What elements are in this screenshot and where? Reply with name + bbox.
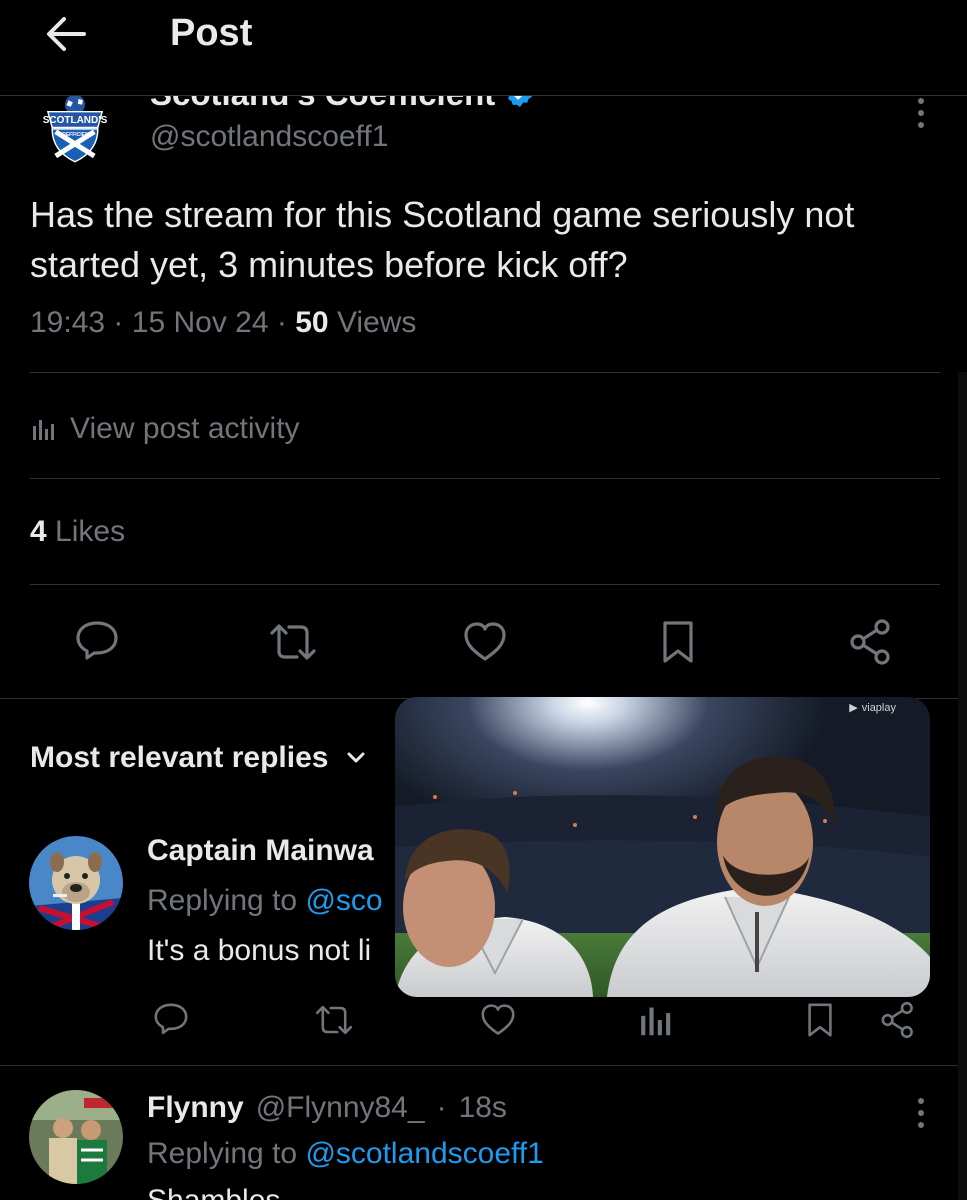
divider — [0, 1065, 967, 1066]
play-icon: ▶ — [849, 702, 858, 714]
top-bar: Post — [0, 0, 967, 96]
reply-avatar[interactable] — [29, 836, 123, 930]
post-meta: 19:43 · 15 Nov 24 · 50 Views — [30, 306, 416, 340]
video-player-pip[interactable]: ▶ viaplay — [395, 697, 930, 997]
reply-time: 18s — [458, 1091, 507, 1124]
author-handle[interactable]: @scotlandscoeff1 — [150, 120, 388, 154]
avatar-logo-subtext: COEFFICIENT — [58, 132, 91, 138]
analytics-icon[interactable] — [627, 992, 683, 1048]
replying-to-prefix: Replying to — [147, 1137, 298, 1170]
avatar-logo-text: SCOTLAND'S — [43, 115, 108, 126]
post-date: 15 Nov 24 — [131, 306, 269, 339]
replying-to-handle[interactable]: @scotlandscoeff1 — [305, 1137, 543, 1170]
reply-icon[interactable] — [143, 992, 199, 1048]
back-arrow-icon[interactable] — [40, 12, 92, 56]
share-icon[interactable] — [870, 992, 926, 1048]
repost-icon[interactable] — [306, 992, 362, 1048]
views-label: Views — [336, 306, 417, 339]
scrollbar[interactable] — [958, 372, 967, 1200]
likes-count-link[interactable]: 4 Likes — [30, 515, 125, 549]
reply-icon[interactable] — [69, 614, 125, 670]
more-options-icon[interactable] — [914, 1096, 928, 1130]
post-text: Has the stream for this Scotland game se… — [30, 194, 855, 285]
replying-to-prefix: Replying to — [147, 884, 298, 917]
reply-text: It's a bonus not li — [147, 934, 372, 967]
post-time: 19:43 — [30, 306, 106, 339]
replying-to-handle[interactable]: @sco — [305, 884, 382, 917]
analytics-icon — [30, 416, 56, 442]
author-avatar[interactable]: SCOTLAND'S COEFFICIENT — [30, 96, 120, 166]
likes-label: Likes — [55, 515, 126, 548]
reply-author-name[interactable]: Flynny — [147, 1091, 244, 1125]
meta-separator: · — [436, 1091, 447, 1124]
replies-sort-label: Most relevant replies — [30, 741, 329, 774]
divider — [30, 584, 940, 585]
replying-to: Replying to @scotlandscoeff1 — [147, 1137, 544, 1171]
reply-author-name[interactable]: Captain Mainwa — [147, 834, 374, 868]
like-heart-icon[interactable] — [470, 992, 526, 1048]
like-heart-icon[interactable] — [457, 614, 513, 670]
repost-icon[interactable] — [265, 614, 321, 670]
replying-to: Replying to @sco — [147, 884, 383, 918]
page-title: Post — [170, 12, 253, 54]
divider — [30, 478, 940, 479]
view-post-activity-link[interactable]: View post activity — [30, 408, 300, 450]
views-count: 50 — [295, 306, 329, 339]
chevron-down-icon — [344, 746, 368, 770]
reply-avatar[interactable] — [29, 1090, 123, 1184]
view-activity-label: View post activity — [70, 412, 300, 445]
meta-separator: · — [276, 306, 287, 339]
likes-count: 4 — [30, 515, 47, 548]
more-options-icon[interactable] — [914, 96, 928, 130]
divider — [30, 372, 940, 373]
header-divider — [0, 95, 967, 96]
reply-text: Shambles — [147, 1184, 280, 1200]
reply-author-handle[interactable]: @Flynny84_ — [256, 1091, 425, 1125]
viaplay-logo: ▶ viaplay — [849, 701, 896, 715]
bookmark-icon[interactable] — [650, 614, 706, 670]
bookmark-icon[interactable] — [792, 992, 848, 1048]
video-brand: viaplay — [861, 701, 896, 714]
share-icon[interactable] — [843, 614, 899, 670]
meta-separator: · — [113, 306, 124, 339]
replies-sort-dropdown[interactable]: Most relevant replies — [30, 738, 368, 778]
reply-header: Flynny @Flynny84_ · 18s — [147, 1088, 507, 1128]
